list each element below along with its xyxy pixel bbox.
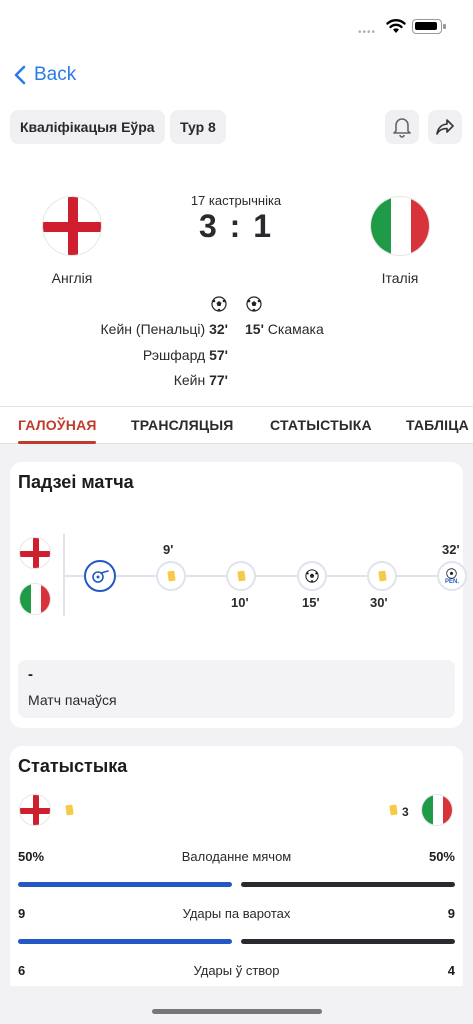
event-detail-text: Матч пачаўся [28,692,117,708]
match-date: 17 кастрычніка [190,193,282,208]
italy-flag-icon [421,794,453,826]
event-minute: 15' [302,595,320,610]
football-icon [211,296,227,312]
stat-away-value: 50% [428,849,455,864]
away-scorer: 15' Скамака [245,321,324,337]
bell-icon [393,118,411,138]
stat-label: Удары па варотах [182,906,291,921]
stat-label: Удары ў створ [193,963,280,978]
event-detail: - Матч пачаўся [18,660,455,718]
signal-dots-icon: •••• [358,27,377,38]
share-icon [436,119,454,135]
away-team-name[interactable]: Італія [340,270,460,286]
chevron-left-icon [14,65,26,85]
stat-away-value: 4 [447,963,455,978]
stat-away-bar [241,882,455,887]
away-yellow-count: 3 [402,805,409,819]
stat-away-value: 9 [447,906,455,921]
back-label: Back [34,64,77,85]
stat-home-bar [18,882,232,887]
statistics-card: Статыстыка 3 Валоданне мячом 50% 50% Уда… [10,746,463,986]
back-button[interactable]: Back [14,64,76,86]
share-button[interactable] [428,110,462,144]
stat-home-value: 6 [18,963,26,978]
england-flag-icon [19,537,51,569]
statistics-title: Статыстыка [18,756,128,776]
event-detail-minute: - [28,666,33,683]
football-icon [446,567,458,579]
timeline-event-goal[interactable] [297,561,327,591]
timeline-event-yellow-card[interactable] [226,561,256,591]
timeline-event-kickoff[interactable] [84,560,116,592]
competition-chip[interactable]: Кваліфікацыя Еўра [10,110,165,144]
timeline-axis [65,575,463,577]
stat-label: Валоданне мячом [181,849,292,864]
football-icon [246,296,262,312]
event-minute: 32' [442,542,460,557]
tab-broadcast[interactable]: ТРАНСЛЯЦЫЯ [131,417,234,433]
whistle-icon [92,570,109,583]
home-scorer: Рэшфард 57' [142,347,228,363]
event-minute: 10' [231,595,249,610]
event-minute: 30' [370,595,388,610]
timeline-event-yellow-card[interactable] [367,561,397,591]
battery-icon [412,19,446,34]
tab-statistics[interactable]: СТАТЫСТЫКА [270,417,372,433]
active-tab-indicator [18,441,96,444]
tab-table[interactable]: ТАБЛІЦА [406,417,469,433]
yellow-card-icon [65,804,74,816]
round-chip[interactable]: Тур 8 [170,110,226,144]
football-icon [305,569,319,583]
events-title: Падзеі матча [18,472,134,492]
timeline-event-yellow-card[interactable] [156,561,186,591]
event-minute: 9' [163,542,174,557]
home-indicator[interactable] [152,1009,322,1014]
stat-home-bar [18,939,232,944]
yellow-card-icon [236,570,246,582]
stat-row-possession: Валоданне мячом 50% 50% [18,849,455,869]
home-scorer: Кейн 77' [173,372,228,388]
england-flag-icon [19,794,51,826]
tab-bar: ГАЛОЎНАЯ ТРАНСЛЯЦЫЯ СТАТЫСТЫКА ТАБЛІЦА [0,406,473,444]
timeline-event-penalty-goal[interactable]: PEN. [437,561,467,591]
italy-flag-icon[interactable] [370,196,430,256]
home-team-name[interactable]: Англія [12,270,132,286]
yellow-card-icon [166,570,176,582]
stat-row-shots-on-target: Удары ў створ 6 4 [18,963,455,983]
italy-flag-icon [19,583,51,615]
stat-home-value: 50% [18,849,45,864]
match-score: 3 : 1 [198,208,274,244]
stat-away-bar [241,939,455,944]
stat-row-shots: Удары па варотах 9 9 [18,906,455,926]
england-flag-icon[interactable] [42,196,102,256]
match-events-card: Падзеі матча 9' 10' 15' 30' 32' PEN. - М… [10,462,467,728]
penalty-tag: PEN. [444,578,459,585]
wifi-icon [386,19,406,33]
home-scorer: Кейн (Пенальці) 32' [100,321,228,337]
status-bar: •••• [0,0,473,56]
stat-home-value: 9 [18,906,26,921]
yellow-card-icon [377,570,387,582]
yellow-card-icon [389,804,398,816]
tab-main[interactable]: ГАЛОЎНАЯ [18,417,97,433]
notifications-button[interactable] [385,110,419,144]
